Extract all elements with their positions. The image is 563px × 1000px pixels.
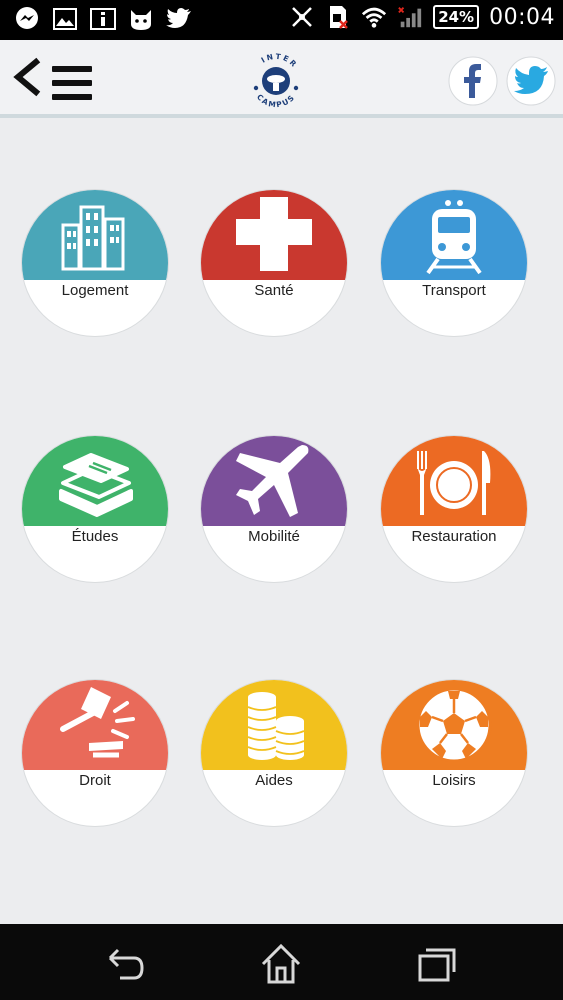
app-header: INTER CAMPUS [0,40,563,118]
plate-cutlery-icon [417,451,491,515]
clock: 00:04 [489,4,555,30]
back-icon [108,948,144,980]
tile-loisirs[interactable]: Loisirs [381,680,527,826]
tile-transport[interactable]: Transport [381,190,527,336]
hamburger-icon [52,66,92,100]
back-button[interactable] [10,54,44,100]
tile-label: Aides [255,772,293,789]
twitter-icon [166,6,192,32]
books-icon [59,453,133,517]
tile-label: Logement [61,282,129,299]
battery-indicator: 24% [433,5,480,29]
tile-droit[interactable]: Droit [22,680,168,826]
cross-icon [236,197,312,271]
wifi-icon [361,4,387,30]
facebook-icon [448,56,498,106]
signal-icon [397,4,423,30]
tile-label: Études [71,528,119,545]
category-grid: Logement Santé Transport Études Mobilité… [0,118,563,924]
facebook-button[interactable] [448,56,498,106]
tile-restauration[interactable]: Restauration [381,436,527,582]
tile-label: Santé [254,282,294,299]
tile-mobilite[interactable]: Mobilité [201,436,347,582]
status-bar: 24% 00:04 [0,0,563,40]
tile-etudes[interactable]: Études [22,436,168,582]
coins-icon [247,692,305,760]
info-icon [90,6,116,32]
tile-label: Loisirs [432,772,476,789]
cat-icon [128,6,154,32]
home-icon [261,943,301,984]
twitter-icon [506,56,556,106]
gallery-icon [52,6,78,32]
train-icon [426,200,482,275]
tile-sante[interactable]: Santé [201,190,347,336]
back-arrow-icon [13,57,41,97]
nav-recent-apps-button[interactable] [416,942,460,986]
nav-back-button[interactable] [104,942,148,986]
twitter-button[interactable] [506,56,556,106]
sd-card-icon [325,4,351,30]
soccer-ball-icon [416,687,492,763]
tile-label: Mobilité [248,528,300,545]
menu-button[interactable] [52,66,92,106]
screen: 24% 00:04 INTER CAMPUS Logement Santé Tr… [0,0,563,1000]
buildings-icon [61,205,125,271]
nav-home-button[interactable] [259,942,303,986]
recent-apps-icon [418,948,456,982]
airplane-icon [236,445,309,517]
tile-label: Droit [79,772,111,789]
messenger-icon [14,6,40,32]
intercampus-logo: INTER CAMPUS [244,50,308,112]
tile-label: Transport [422,282,486,299]
mute-icon [289,4,315,30]
tile-aides[interactable]: Aides [201,680,347,826]
gavel-icon [60,687,135,758]
android-navbar [0,924,563,1000]
svg-text:INTER: INTER [260,52,300,70]
tile-logement[interactable]: Logement [22,190,168,336]
tile-label: Restauration [411,528,497,545]
logo-text-top: INTER [260,52,298,70]
